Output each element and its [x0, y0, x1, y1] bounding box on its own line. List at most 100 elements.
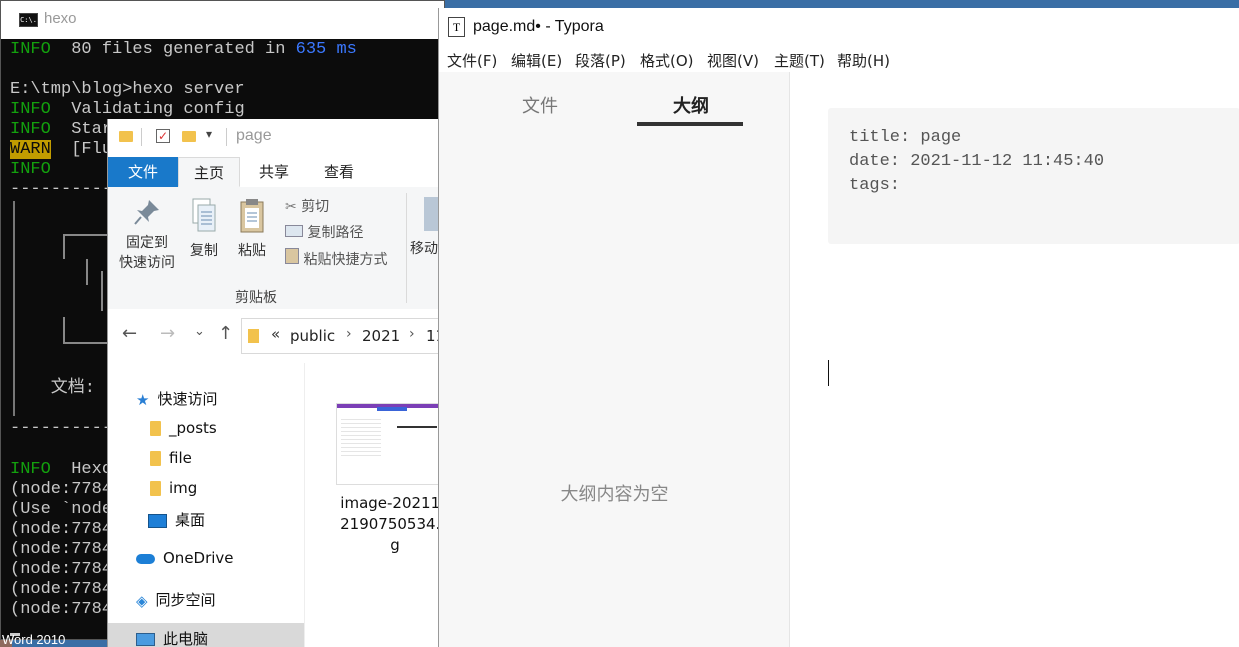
tab-file[interactable]: 文件 [108, 157, 178, 187]
pin-quick-access-button[interactable]: 固定到 快速访问 [112, 197, 182, 273]
console-line: (node:7784 [10, 540, 113, 559]
properties-checkbox-icon[interactable]: ✓ [156, 129, 170, 143]
overflow-chevron[interactable]: « [271, 325, 280, 343]
nav-label: _posts [169, 419, 217, 437]
breadcrumb-separator-icon[interactable]: › [346, 326, 352, 342]
outline-empty-message: 大纲内容为空 [560, 484, 669, 505]
console-line: (node:7784 [10, 520, 113, 539]
front-matter-block[interactable]: title: page date: 2021-11-12 11:45:40 ta… [828, 108, 1239, 244]
breadcrumb-public[interactable]: public [290, 327, 335, 345]
menu-view[interactable]: 视图(V) [707, 50, 759, 71]
front-matter-date: date: 2021-11-12 11:45:40 [849, 152, 1105, 171]
typora-titlebar[interactable]: T page.md• - Typora [439, 8, 1239, 48]
nav-desktop[interactable]: 桌面 [148, 509, 205, 530]
typora-window[interactable]: T page.md• - Typora 文件(F) 编辑(E) 段落(P) 格式… [438, 8, 1239, 647]
nav-file[interactable]: file [150, 449, 192, 467]
menu-bar: 文件(F) 编辑(E) 段落(P) 格式(O) 视图(V) 主题(T) 帮助(H… [439, 48, 1239, 72]
console-line: WARN [Flu [10, 140, 113, 159]
navigation-bar: ← → ⌄ ↑ « public › 2021 › 11 [108, 309, 447, 363]
nav-this-pc-row[interactable]: 此电脑 [108, 623, 304, 647]
menu-paragraph[interactable]: 段落(P) [575, 50, 626, 71]
nav-sync-space[interactable]: ◈ 同步空间 [136, 589, 216, 610]
menu-format[interactable]: 格式(O) [640, 50, 694, 71]
console-line: INFO Start [10, 120, 123, 139]
typora-icon: T [448, 17, 465, 37]
folder-icon [150, 451, 161, 466]
console-icon: C:\. [19, 13, 38, 27]
forward-arrow-icon[interactable]: → [160, 323, 175, 344]
nav-quick-access[interactable]: ★ 快速访问 [136, 388, 217, 409]
up-arrow-icon[interactable]: ↑ [218, 323, 233, 344]
new-folder-icon[interactable] [182, 131, 196, 142]
cut-button[interactable]: ✂ 剪切 [285, 196, 329, 216]
console-line: INFO Validating config [10, 100, 245, 119]
cut-label: 剪切 [301, 199, 330, 215]
copy-path-label: 复制路径 [307, 225, 364, 241]
console-line: 文档: [10, 379, 96, 398]
back-arrow-icon[interactable]: ← [122, 323, 137, 344]
thumbnail-image [397, 426, 437, 428]
breadcrumb-separator-icon[interactable]: › [409, 326, 415, 342]
nav-posts[interactable]: _posts [150, 419, 217, 437]
console-art [86, 259, 88, 285]
desktop-icon-label[interactable]: Word 2010 [2, 632, 65, 647]
nav-label: 桌面 [175, 511, 206, 529]
paste-shortcut-button[interactable]: 粘贴快捷方式 [285, 248, 387, 269]
clipboard-icon [240, 199, 264, 233]
menu-theme[interactable]: 主题(T) [774, 50, 825, 71]
chevron-down-icon[interactable]: ▾ [206, 127, 212, 141]
file-thumbnail[interactable] [336, 403, 447, 485]
copy-button[interactable]: 复制 [184, 197, 224, 261]
console-line: INFO 80 files generated in 635 ms [10, 40, 357, 59]
tab-outline[interactable]: 大纲 [673, 92, 709, 118]
nav-img[interactable]: img [150, 479, 197, 497]
divider [406, 193, 407, 303]
recent-chevron-icon[interactable]: ⌄ [194, 324, 205, 339]
cloud-icon [136, 553, 155, 564]
active-tab-indicator [637, 122, 743, 126]
nav-label: img [169, 479, 198, 497]
front-matter-title: title: page [849, 128, 962, 147]
divider [141, 128, 142, 146]
file-name-line: image-202111 [340, 494, 447, 512]
copy-path-button[interactable]: 复制路径 [285, 222, 363, 242]
window-title: page [236, 127, 272, 144]
address-bar[interactable]: « public › 2021 › 11 [241, 318, 447, 354]
console-line: (node:7784 [10, 560, 113, 579]
menu-help[interactable]: 帮助(H) [837, 50, 890, 71]
typora-sidebar: 文件 大纲 大纲内容为空 [439, 72, 790, 647]
nav-label: 同步空间 [155, 591, 216, 609]
tab-home[interactable]: 主页 [178, 157, 240, 187]
menu-edit[interactable]: 编辑(E) [511, 50, 562, 71]
text-caret[interactable] [828, 360, 829, 386]
console-line: INFO Hexo [10, 460, 113, 479]
explorer-window[interactable]: ✓ ▾ page 文件 主页 共享 查看 固定到 快速访问 复制 粘贴 ✂ 剪切… [107, 119, 447, 647]
console-title: hexo [44, 10, 77, 27]
breadcrumb-2021[interactable]: 2021 [362, 327, 400, 345]
nav-this-pc[interactable]: 此电脑 [136, 628, 208, 647]
tab-share[interactable]: 共享 [248, 157, 300, 187]
ribbon-tabs: 文件 主页 共享 查看 [108, 157, 447, 188]
console-art [63, 234, 65, 259]
file-name-line: 2190750534.p [340, 515, 447, 533]
paste-shortcut-label: 粘贴快捷方式 [303, 252, 388, 268]
pin-icon [134, 200, 159, 225]
scissors-icon: ✂ [285, 199, 297, 215]
nav-label: OneDrive [163, 549, 234, 567]
menu-file[interactable]: 文件(F) [447, 50, 497, 71]
paste-button[interactable]: 粘贴 [232, 197, 272, 261]
file-name[interactable]: image-202111 2190750534.p g [336, 493, 447, 556]
nav-label: 快速访问 [157, 390, 218, 408]
desktop-icon [148, 513, 167, 528]
tab-files[interactable]: 文件 [522, 92, 558, 118]
copy-path-icon [285, 225, 303, 237]
tab-view[interactable]: 查看 [313, 157, 365, 187]
nav-onedrive[interactable]: OneDrive [136, 549, 234, 567]
nav-label: file [169, 449, 192, 467]
star-icon: ★ [136, 390, 150, 409]
console-titlebar[interactable]: C:\. hexo [1, 1, 444, 39]
folder-icon [150, 421, 161, 436]
sync-icon: ◈ [136, 591, 148, 610]
ribbon: 固定到 快速访问 复制 粘贴 ✂ 剪切 复制路径 粘贴快捷方式 移动 剪贴板 [108, 187, 447, 310]
pin-label-2: 快速访问 [119, 255, 175, 271]
